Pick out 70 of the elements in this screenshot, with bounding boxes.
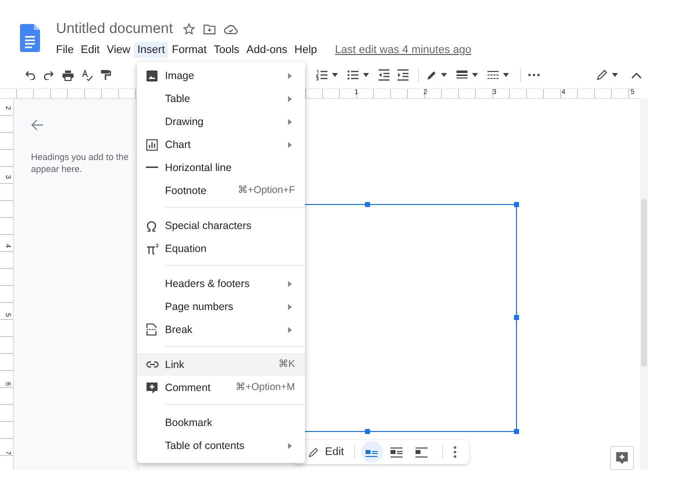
menu-item[interactable]: Help [291, 42, 320, 58]
scrollbar-thumb[interactable] [641, 199, 647, 367]
menu-item[interactable]: Horizontal line [137, 156, 305, 179]
horizontal-line-icon [146, 166, 158, 169]
numbered-list-icon[interactable] [316, 69, 328, 81]
caret-icon[interactable] [332, 73, 338, 77]
menu-item[interactable]: Add-ons [243, 42, 290, 58]
redo-icon[interactable] [43, 70, 55, 80]
undo-icon[interactable] [24, 70, 36, 80]
more-options-icon[interactable] [452, 446, 457, 458]
text-wrap-icon [390, 446, 404, 458]
menu-item[interactable]: Headers & footers [137, 272, 305, 295]
pencil-icon [308, 446, 319, 458]
add-comment-icon [146, 382, 158, 394]
menu-item[interactable]: Equation [137, 237, 305, 260]
decrease-indent-icon[interactable] [378, 69, 390, 81]
link-icon [146, 361, 159, 368]
caret-icon[interactable] [441, 73, 447, 77]
menu-item[interactable]: Table [137, 87, 305, 110]
caret-icon[interactable] [363, 73, 369, 77]
menu-item[interactable]: Special characters [137, 214, 305, 237]
document-title[interactable]: Untitled document [56, 21, 173, 37]
paint-format-icon[interactable] [100, 69, 111, 81]
menu-item[interactable]: Tools [210, 42, 242, 58]
menu-item[interactable]: Footnote ⌘+Option+F [137, 179, 305, 202]
menu-item[interactable]: Insert [134, 42, 168, 58]
caret-icon[interactable] [503, 73, 509, 77]
star-icon[interactable] [182, 23, 195, 35]
caret-icon[interactable] [472, 73, 478, 77]
menu-item[interactable]: Break [137, 318, 305, 341]
pen-icon[interactable] [426, 70, 437, 80]
text-wrap-icon [415, 446, 428, 458]
menu-item[interactable]: Link ⌘K [137, 353, 305, 376]
chart-icon [146, 138, 158, 150]
menu-item[interactable]: View [104, 42, 134, 58]
line-dash-icon[interactable] [487, 70, 499, 80]
add-comment-button[interactable] [610, 446, 634, 470]
docs-logo-icon[interactable] [20, 24, 40, 52]
add-comment-icon [615, 451, 629, 465]
caret-icon[interactable] [612, 73, 618, 77]
menu-item[interactable]: Drawing [137, 110, 305, 133]
collapse-icon[interactable] [631, 72, 642, 78]
menu-item[interactable]: Comment ⌘+Option+M [137, 376, 305, 399]
omega-icon [146, 220, 157, 232]
menu-item[interactable]: File [53, 42, 77, 58]
menu-item[interactable]: Edit [78, 42, 103, 58]
folder-icon[interactable] [202, 24, 216, 34]
line-weight-icon[interactable] [456, 70, 468, 80]
pencil-icon[interactable] [596, 69, 608, 81]
spellcheck-icon[interactable] [81, 69, 93, 81]
print-icon[interactable] [62, 70, 74, 80]
increase-indent-icon[interactable] [397, 69, 409, 81]
menu-item[interactable]: Image [137, 64, 305, 87]
text-wrap-button[interactable] [360, 441, 383, 463]
menu-item[interactable]: Chart [137, 133, 305, 156]
edit-button[interactable]: Edit [304, 442, 348, 462]
more-icon[interactable] [528, 73, 540, 77]
outline-hint-text: appear here. [31, 163, 84, 175]
bulleted-list-icon[interactable] [347, 69, 359, 81]
menu-item[interactable]: Page numbers [137, 295, 305, 318]
menu-item[interactable]: Table of contents [137, 434, 305, 457]
image-icon [146, 70, 158, 82]
page-break-icon [146, 323, 157, 336]
back-arrow-icon[interactable] [31, 119, 44, 131]
menu-item[interactable]: Format [168, 42, 210, 58]
cloud-icon[interactable] [224, 24, 238, 34]
menu-item[interactable]: Bookmark [137, 411, 305, 434]
outline-hint-text: Headings you add to the [31, 151, 130, 163]
pi-squared-icon [146, 242, 159, 254]
last-edit-link[interactable]: Last edit was 4 minutes ago [335, 44, 472, 56]
